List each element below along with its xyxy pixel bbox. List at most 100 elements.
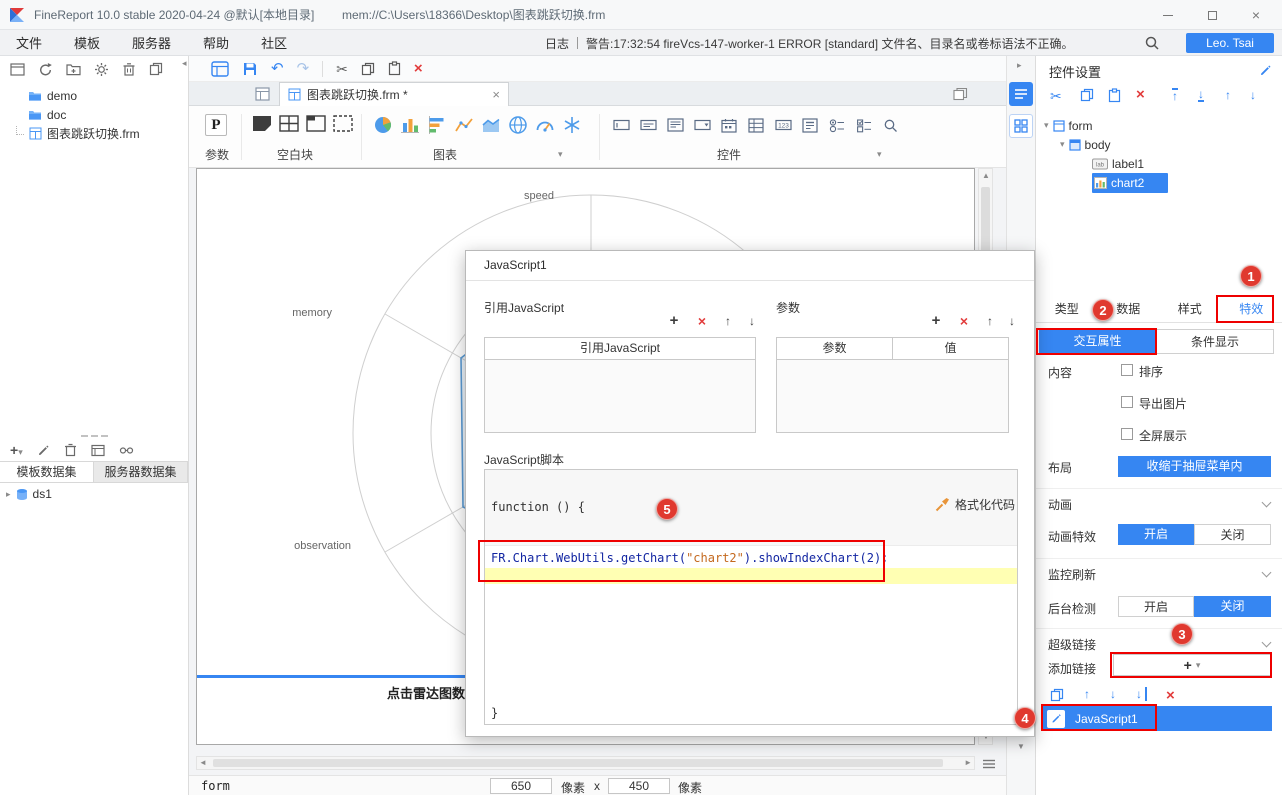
tab-server-dataset[interactable]: 服务器数据集 — [94, 462, 188, 482]
menu-server[interactable]: 服务器 — [116, 33, 187, 52]
tree-item-chart2[interactable]: chart2 — [1094, 173, 1144, 192]
param-down-button[interactable]: ↓ — [1004, 313, 1020, 329]
log-label[interactable]: 日志 — [545, 35, 569, 52]
redo-icon[interactable]: ↷ — [297, 61, 310, 76]
minimize-button[interactable] — [1146, 0, 1190, 30]
tree-item-form[interactable]: ▾ form — [1044, 116, 1093, 135]
map-chart-icon[interactable] — [508, 115, 528, 135]
move-down-icon[interactable]: ↓ — [1250, 88, 1256, 102]
move-link-down-icon[interactable]: ↓ — [1110, 687, 1116, 701]
remove-param-button[interactable]: × — [956, 313, 972, 329]
tree-folder-demo[interactable]: demo — [0, 86, 188, 105]
widget-more-icon[interactable]: ▾ — [877, 149, 882, 160]
sort-checkbox[interactable] — [1121, 364, 1133, 376]
edit-link-button[interactable] — [1047, 710, 1065, 728]
ref-js-up-button[interactable]: ↑ — [720, 313, 736, 329]
dropdown-widget-icon[interactable] — [694, 118, 711, 132]
javascript-code-editor[interactable]: function () { 格式化代码 FR.Chart.WebUtils.ge… — [484, 469, 1018, 725]
document-tab[interactable]: 图表跳跃切换.frm * × — [279, 82, 509, 106]
fullscreen-checkbox[interactable] — [1121, 428, 1133, 440]
menu-community[interactable]: 社区 — [245, 33, 303, 52]
layer-menu-icon[interactable] — [983, 759, 995, 769]
template-settings-icon[interactable] — [211, 61, 229, 77]
edit-panel-icon[interactable] — [1259, 64, 1272, 77]
menu-template[interactable]: 模板 — [58, 33, 116, 52]
line-chart-icon[interactable] — [454, 115, 474, 135]
refresh-icon[interactable] — [38, 62, 53, 77]
text-field-icon[interactable] — [613, 118, 630, 132]
code-line[interactable]: FR.Chart.WebUtils.getChart("chart2").sho… — [485, 548, 1017, 568]
delete-dataset-icon[interactable] — [64, 443, 77, 457]
cut-widget-icon[interactable]: ✂ — [1050, 88, 1062, 105]
area-chart-icon[interactable] — [481, 115, 501, 135]
paste-icon[interactable] — [388, 61, 401, 76]
copy-icon[interactable] — [361, 62, 375, 76]
backend-off-button[interactable]: 关闭 — [1194, 596, 1271, 617]
move-bottom-icon[interactable]: ↓ — [1198, 88, 1204, 102]
animation-on-button[interactable]: 开启 — [1118, 524, 1194, 545]
copy-widget-icon[interactable] — [1080, 88, 1094, 102]
close-tab-icon[interactable]: × — [492, 87, 500, 102]
edit-dataset-icon[interactable] — [37, 444, 50, 457]
report-block-icon[interactable] — [252, 115, 272, 132]
scroll-up-icon[interactable]: ▲ — [982, 170, 990, 182]
delete-link-icon[interactable]: × — [1166, 687, 1175, 704]
tree-folder-doc[interactable]: doc — [0, 105, 188, 124]
component-library-toggle[interactable] — [1009, 114, 1033, 138]
param-up-button[interactable]: ↑ — [982, 313, 998, 329]
subtab-condition-display[interactable]: 条件显示 — [1156, 329, 1274, 354]
delete-icon[interactable] — [122, 62, 136, 77]
user-account-button[interactable]: Leo. Tsai — [1186, 33, 1274, 53]
add-param-button[interactable]: + — [928, 313, 944, 329]
grid-block-icon[interactable] — [279, 115, 299, 132]
ref-js-down-button[interactable]: ↓ — [744, 313, 760, 329]
add-link-button[interactable]: + ▾ — [1113, 654, 1271, 676]
data-connection-icon[interactable] — [119, 444, 134, 457]
switch-directory-icon[interactable] — [10, 62, 25, 77]
cascade-windows-icon[interactable] — [953, 87, 968, 101]
tree-file-frm[interactable]: 图表跳跃切换.frm — [0, 124, 188, 143]
checkbox-group-icon[interactable] — [856, 118, 872, 133]
remove-ref-js-button[interactable]: × — [694, 313, 710, 329]
backend-on-button[interactable]: 开启 — [1118, 596, 1194, 617]
horizontal-scroll-thumb[interactable] — [213, 759, 943, 767]
collapse-animation-icon[interactable] — [1262, 498, 1272, 508]
number-field-icon[interactable]: 123 — [775, 118, 792, 132]
tab-type[interactable]: 类型 — [1036, 296, 1098, 322]
new-folder-icon[interactable] — [66, 63, 81, 76]
menu-help[interactable]: 帮助 — [187, 33, 245, 52]
move-link-up-icon[interactable]: ↑ — [1084, 687, 1090, 701]
add-ref-js-button[interactable]: + — [666, 313, 682, 329]
label-widget-icon[interactable] — [640, 118, 657, 132]
richtext-widget-icon[interactable] — [802, 118, 818, 133]
export-image-checkbox[interactable] — [1121, 396, 1133, 408]
copy-icon[interactable] — [149, 62, 163, 76]
paste-widget-icon[interactable] — [1108, 88, 1121, 103]
settings-icon[interactable] — [94, 62, 109, 77]
form-height-input[interactable] — [608, 778, 670, 794]
undo-icon[interactable]: ↶ — [271, 61, 284, 76]
drawer-menu-button[interactable]: 收缩于抽屉菜单内 — [1118, 456, 1271, 477]
collapse-hyperlink-icon[interactable] — [1262, 638, 1272, 648]
date-picker-icon[interactable] — [721, 118, 737, 133]
add-dataset-button[interactable]: +▾ — [10, 442, 23, 458]
preview-dataset-icon[interactable] — [91, 444, 105, 457]
tree-item-body[interactable]: ▾ body — [1060, 135, 1111, 154]
parameter-pane-button[interactable]: P — [205, 114, 227, 136]
tab-block-icon[interactable] — [306, 115, 326, 132]
absolute-block-icon[interactable] — [333, 115, 353, 132]
menu-file[interactable]: 文件 — [0, 33, 58, 52]
form-body-icon[interactable] — [255, 87, 270, 101]
insert-link-icon[interactable]: ↓ — [1136, 687, 1147, 701]
bar-chart-icon[interactable] — [427, 115, 447, 135]
ref-js-table[interactable]: 引用JavaScript — [484, 337, 756, 433]
param-table[interactable]: 参数 值 — [776, 337, 1009, 433]
textarea-widget-icon[interactable] — [667, 118, 684, 132]
tab-style[interactable]: 样式 — [1159, 296, 1221, 322]
cut-icon[interactable]: ✂ — [336, 62, 348, 76]
column-chart-icon[interactable] — [400, 115, 420, 135]
maximize-button[interactable] — [1190, 0, 1234, 30]
gauge-chart-icon[interactable] — [535, 115, 555, 135]
tree-item-label1[interactable]: lab label1 — [1092, 154, 1144, 173]
chart-caption-label[interactable]: 点击雷达图数 — [387, 683, 465, 702]
